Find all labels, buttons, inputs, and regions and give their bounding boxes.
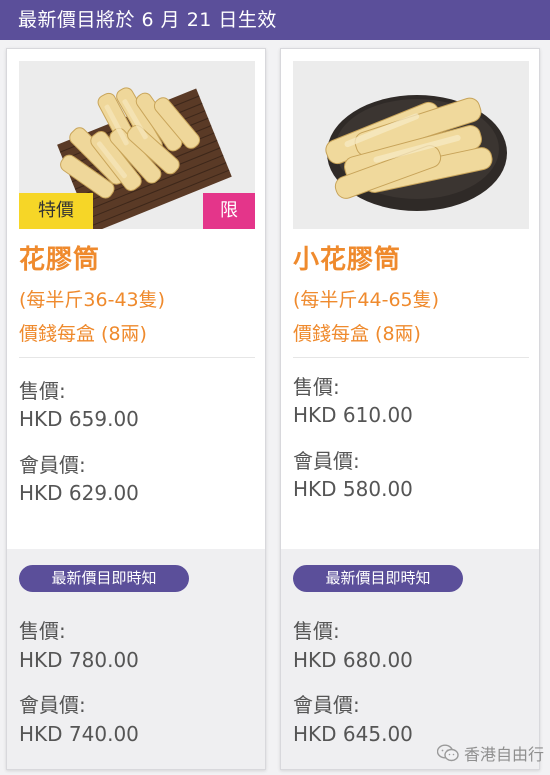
watermark: 香港自由行 — [436, 741, 544, 765]
special-price-tag: 特價 — [19, 193, 93, 229]
limited-tag: 限 — [203, 193, 255, 229]
product-name[interactable]: 花膠筒 — [19, 239, 100, 276]
product-image[interactable] — [293, 61, 529, 229]
member-price-label: 會員價: — [293, 449, 360, 473]
member-price-value: HKD 629.00 — [19, 481, 139, 505]
price-value: HKD 610.00 — [293, 403, 413, 427]
upcoming-price-label: 售價: — [293, 619, 340, 643]
product-spec-count: (每半斤44-65隻) — [293, 289, 440, 311]
divider — [293, 357, 529, 358]
product-name[interactable]: 小花膠筒 — [293, 239, 401, 276]
price-value: HKD 659.00 — [19, 407, 139, 431]
effective-date-banner: 最新價目將於 6 月 21 日生效 — [0, 0, 550, 40]
price-label: 售價: — [19, 379, 66, 403]
upcoming-member-price-value: HKD 740.00 — [19, 722, 139, 746]
latest-price-badge[interactable]: 最新價目即時知 — [19, 565, 189, 592]
upcoming-member-price-label: 會員價: — [293, 693, 360, 717]
latest-price-badge[interactable]: 最新價目即時知 — [293, 565, 463, 592]
wechat-icon — [436, 744, 459, 762]
product-spec-count: (每半斤36-43隻) — [19, 289, 166, 311]
product-spec-unit: 價錢每盒 (8兩) — [293, 323, 421, 345]
upcoming-price-label: 售價: — [19, 619, 66, 643]
upcoming-price-value: HKD 680.00 — [293, 648, 413, 672]
watermark-text: 香港自由行 — [463, 745, 544, 764]
fish-maw-on-plate-image — [293, 61, 529, 229]
member-price-label: 會員價: — [19, 453, 86, 477]
upcoming-price-section: 最新價目即時知 售價: HKD 780.00 會員價: HKD 740.00 — [7, 549, 265, 769]
product-spec-unit: 價錢每盒 (8兩) — [19, 323, 147, 345]
upcoming-price-value: HKD 780.00 — [19, 648, 139, 672]
upcoming-price-section: 最新價目即時知 售價: HKD 680.00 會員價: HKD 645.00 — [281, 549, 539, 769]
product-card-small-fish-maw[interactable]: 小花膠筒 (每半斤44-65隻) 價錢每盒 (8兩) 售價: HKD 610.0… — [280, 48, 540, 770]
upcoming-member-price-value: HKD 645.00 — [293, 722, 413, 746]
product-card-fish-maw[interactable]: 特價 限 花膠筒 (每半斤36-43隻) 價錢每盒 (8兩) 售價: HKD 6… — [6, 48, 266, 770]
price-label: 售價: — [293, 375, 340, 399]
upcoming-member-price-label: 會員價: — [19, 693, 86, 717]
member-price-value: HKD 580.00 — [293, 477, 413, 501]
divider — [19, 357, 255, 358]
